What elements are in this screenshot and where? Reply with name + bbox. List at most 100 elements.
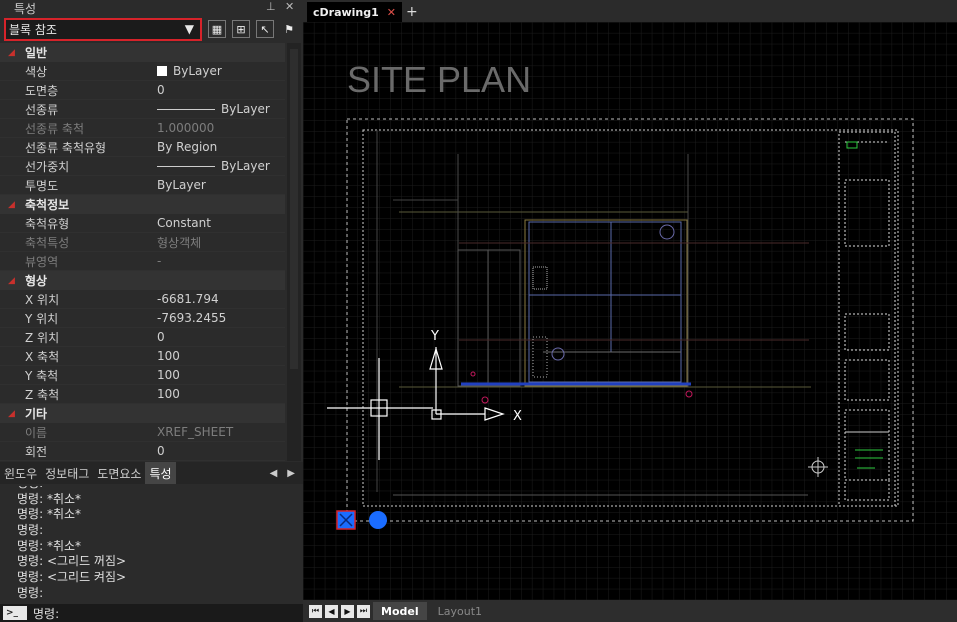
tab-model[interactable]: Model	[373, 602, 427, 620]
object-type-select[interactable]: 블록 참조 ▼	[4, 17, 202, 41]
property-row[interactable]: 선종류 축척유형 By Region	[0, 138, 285, 157]
ucs-y-label: Y	[430, 329, 439, 344]
property-value[interactable]: By Region	[152, 140, 217, 154]
document-tab[interactable]: cDrawing1 ✕	[307, 2, 403, 22]
collapse-triangle-icon[interactable]: ◢	[8, 48, 25, 58]
property-key: 축척특성	[25, 235, 70, 250]
tab-properties[interactable]: 특성	[145, 462, 176, 484]
property-row[interactable]: 투명도 ByLayer	[0, 176, 285, 195]
tab-drawing-elements[interactable]: 도면요소	[93, 462, 145, 484]
property-row[interactable]: Y 축척 100	[0, 366, 285, 385]
scrollbar-thumb[interactable]	[290, 49, 298, 369]
property-row[interactable]: 뷰영역 -	[0, 252, 285, 271]
select-objects-icon[interactable]: ⊞	[232, 20, 250, 38]
command-history-line: 명령:	[17, 585, 44, 600]
category-header[interactable]: ◢ 축척정보	[0, 195, 285, 214]
site-plan-title: SITE PLAN	[347, 59, 531, 100]
property-value: XREF_SHEET	[152, 425, 233, 439]
property-row[interactable]: X 축척 100	[0, 347, 285, 366]
property-key: Y 축척	[25, 368, 59, 383]
category-header[interactable]: ◢ 기타	[0, 404, 285, 423]
property-value-text: -	[157, 254, 162, 268]
property-key: 회전	[25, 444, 48, 459]
category-label: 기타	[25, 407, 48, 421]
property-key: Z 축척	[25, 387, 60, 402]
first-layout-icon[interactable]: ⏮	[309, 604, 322, 618]
property-row[interactable]: Z 축척 100	[0, 385, 285, 404]
collapse-triangle-icon[interactable]: ◢	[8, 409, 25, 419]
tab-scroll-right-icon[interactable]: ▶	[287, 468, 295, 479]
property-value[interactable]: ByLayer	[152, 64, 222, 78]
property-value[interactable]: Constant	[152, 216, 211, 230]
collapse-triangle-icon[interactable]: ◢	[8, 276, 25, 286]
property-value[interactable]: -6681.794	[152, 292, 219, 306]
property-value[interactable]: 0	[152, 330, 165, 344]
property-row[interactable]: Y 위치 -7693.2455	[0, 309, 285, 328]
command-history-line: 명령: *취소*	[17, 491, 82, 506]
line-sample	[157, 165, 215, 167]
property-row[interactable]: X 위치 -6681.794	[0, 290, 285, 309]
property-key: 색상	[25, 64, 48, 79]
property-key: 축척유형	[25, 216, 70, 231]
property-value-text: ByLayer	[221, 102, 270, 116]
property-row[interactable]: 회전 0	[0, 442, 285, 461]
tab-info-tag[interactable]: 정보태그	[41, 462, 93, 484]
command-history-line: 명령: <그리드 꺼짐>	[17, 554, 127, 569]
property-value-text: Constant	[157, 216, 211, 230]
property-key: X 축척	[25, 349, 60, 364]
property-scrollbar[interactable]	[287, 43, 301, 461]
collapse-triangle-icon[interactable]: ◢	[8, 200, 25, 210]
property-row[interactable]: 축척특성 형상객체	[0, 233, 285, 252]
quick-select-icon[interactable]: ▦	[208, 20, 226, 38]
command-line[interactable]: >_ 명령:	[0, 604, 303, 622]
pin-icon[interactable]: ⊥	[266, 0, 276, 13]
property-row[interactable]: 선종류 ByLayer	[0, 100, 285, 119]
property-value[interactable]: 100	[152, 368, 180, 382]
property-row[interactable]: Z 위치 0	[0, 328, 285, 347]
property-value-text: 형상객체	[157, 235, 202, 250]
property-value[interactable]: 0	[152, 83, 165, 97]
property-value-text: -7693.2455	[157, 311, 227, 325]
property-key: 투명도	[25, 178, 59, 193]
property-key: 도면층	[25, 83, 59, 98]
category-header[interactable]: ◢ 일반	[0, 43, 285, 62]
property-value-text: XREF_SHEET	[157, 425, 234, 439]
properties-panel: 특성 ⊥ ✕ 블록 참조 ▼ ▦ ⊞ ↖ ⚑ ◢ 일반색상 ByLayer 도면층 0 선…	[0, 0, 303, 622]
property-row[interactable]: 색상 ByLayer	[0, 62, 285, 81]
close-document-icon[interactable]: ✕	[387, 6, 396, 19]
base-point-grip[interactable]	[369, 511, 387, 529]
property-row[interactable]: 도면층 0	[0, 81, 285, 100]
last-layout-icon[interactable]: ⏭	[357, 604, 370, 618]
tab-layout1[interactable]: Layout1	[430, 602, 490, 620]
property-value[interactable]: 0	[152, 444, 165, 458]
property-row[interactable]: 이름 XREF_SHEET	[0, 423, 285, 442]
property-value[interactable]: ByLayer	[152, 102, 270, 116]
category-header[interactable]: ◢ 형상	[0, 271, 285, 290]
property-row[interactable]: 선가중치 ByLayer	[0, 157, 285, 176]
property-row[interactable]: 선종류 축척 1.000000	[0, 119, 285, 138]
property-row[interactable]: 축척유형 Constant	[0, 214, 285, 233]
prev-layout-icon[interactable]: ◀	[325, 604, 338, 618]
property-value-text: 1.000000	[157, 121, 215, 135]
next-layout-icon[interactable]: ▶	[341, 604, 354, 618]
command-prompt-icon: >_	[3, 606, 27, 620]
property-value[interactable]: 100	[152, 349, 180, 363]
toggle-pickadd-icon[interactable]: ⚑	[280, 20, 298, 38]
property-value-text: -6681.794	[157, 292, 219, 306]
property-value[interactable]: ByLayer	[152, 159, 270, 173]
tab-window[interactable]: 윈도우	[0, 462, 41, 484]
pick-icon[interactable]: ↖	[256, 20, 274, 38]
property-key: 선가중치	[25, 159, 70, 174]
property-key: X 위치	[25, 292, 60, 307]
property-value[interactable]: ByLayer	[152, 178, 206, 192]
command-history-line: 명령: *취소*	[17, 538, 82, 553]
tab-scroll-left-icon[interactable]: ◀	[270, 468, 278, 479]
model-canvas[interactable]: SITE PLAN Y X	[303, 22, 957, 600]
document-tabs: cDrawing1 ✕ +	[303, 0, 957, 22]
property-value: 1.000000	[152, 121, 214, 135]
add-tab-icon[interactable]: +	[406, 2, 418, 22]
close-panel-icon[interactable]: ✕	[285, 0, 294, 13]
property-value-text: 0	[157, 444, 165, 458]
property-value[interactable]: 100	[152, 387, 180, 401]
property-value[interactable]: -7693.2455	[152, 311, 226, 325]
